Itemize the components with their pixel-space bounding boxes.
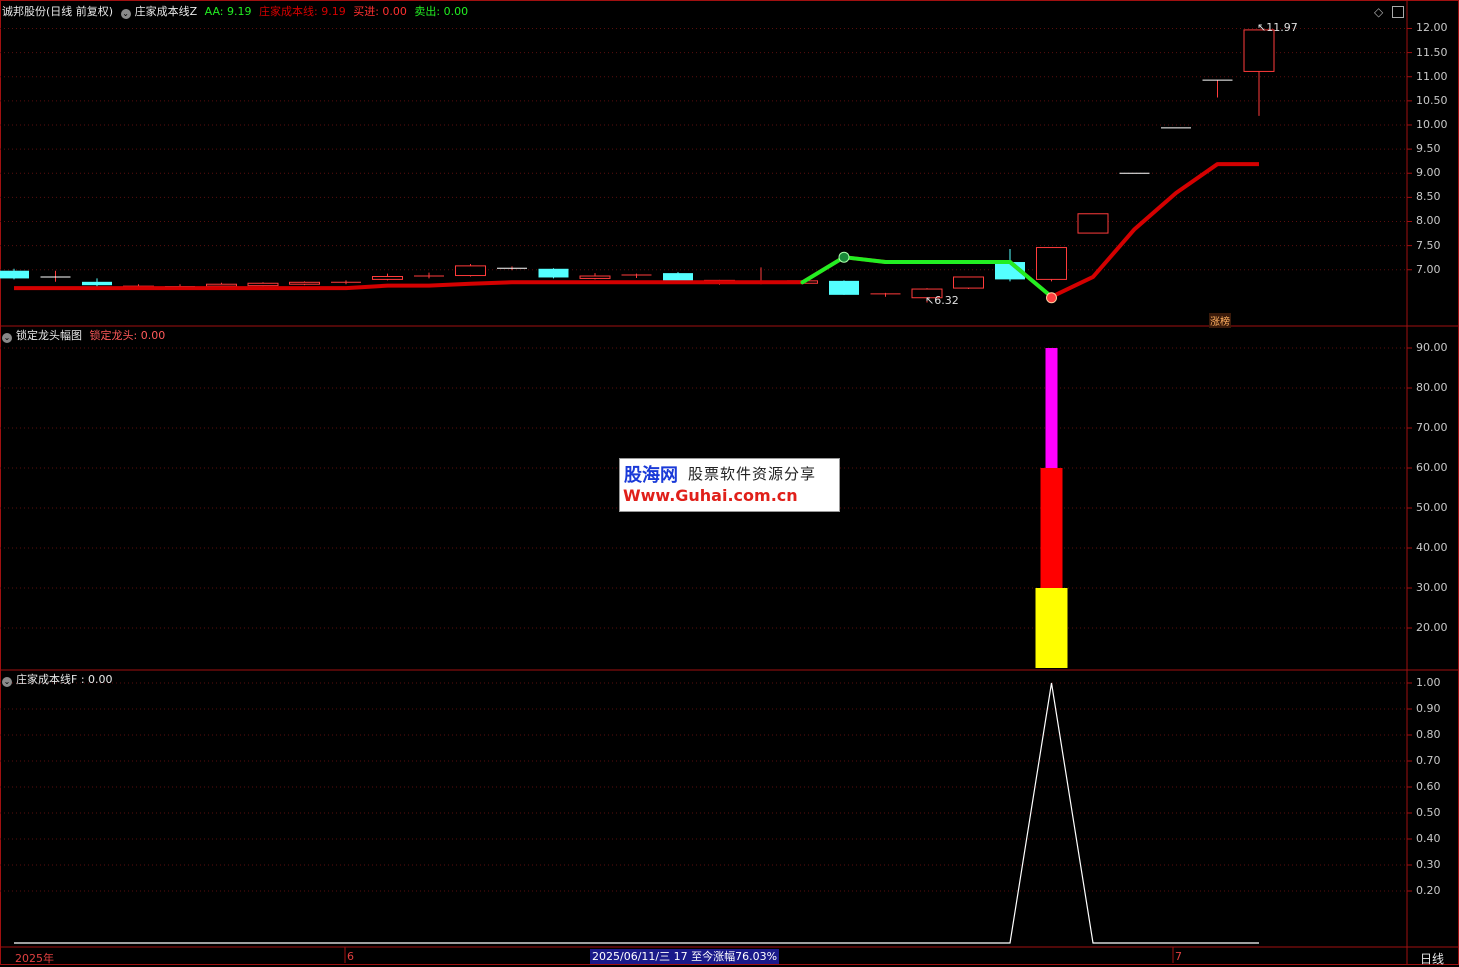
sell-value: 卖出: 0.00 xyxy=(414,5,469,18)
watermark-url: Www.Guhai.com.cn xyxy=(623,486,798,505)
low-annotation: ↖6.32 xyxy=(925,294,959,307)
price-panel-header: 诚邦股份(日线 前复权) ⌄ 庄家成本线Z AA: 9.19 庄家成本线: 9.1… xyxy=(2,5,472,19)
price-tick-label: 9.00 xyxy=(1416,166,1441,180)
price-tick-label: 8.00 xyxy=(1416,214,1441,228)
high-annotation: ↖11.97 xyxy=(1257,21,1298,34)
price-tick-label: 7.50 xyxy=(1416,238,1441,252)
price-tick-label: 9.50 xyxy=(1416,142,1441,156)
panel2-tick-label: 30.00 xyxy=(1416,581,1448,594)
panel2-tick-label: 40.00 xyxy=(1416,541,1448,554)
candle-body xyxy=(1077,213,1109,234)
lock-leader-bar-magenta xyxy=(1045,348,1058,468)
panel2-name[interactable]: 锁定龙头幅图 xyxy=(16,329,82,342)
candle-body xyxy=(953,276,984,289)
lock-leader-bar-red xyxy=(1040,468,1063,588)
panel3-tick-label: 0.60 xyxy=(1416,780,1441,793)
panel2-tick-label: 90.00 xyxy=(1416,341,1448,354)
indicator-name[interactable]: 庄家成本线Z xyxy=(135,5,198,18)
price-tick-label: 10.50 xyxy=(1416,93,1448,107)
lock-leader-bar-yellow xyxy=(1035,588,1068,668)
panel2-tick-label: 70.00 xyxy=(1416,421,1448,434)
panel2-tick-label: 50.00 xyxy=(1416,501,1448,514)
dropdown-icon[interactable]: ⌄ xyxy=(2,677,12,687)
panel3-tick-label: 1.00 xyxy=(1416,676,1441,689)
aa-value: AA: 9.19 xyxy=(204,5,252,18)
panel-toggle-icon[interactable] xyxy=(1392,6,1404,18)
period-selector[interactable]: 日线 xyxy=(1420,950,1444,967)
range-status[interactable]: 2025/06/11/三 17 至今涨幅76.03% xyxy=(590,949,780,964)
panel2-tick-label: 20.00 xyxy=(1416,621,1448,634)
watermark-logo: 股海网 股票软件资源分享 Www.Guhai.com.cn xyxy=(619,458,840,512)
panel3-tick-label: 0.90 xyxy=(1416,702,1441,715)
buy-marker-icon xyxy=(1046,292,1057,304)
panel3-header: ⌄ 庄家成本线F : 0.00 xyxy=(2,673,117,687)
month-6-label: 6 xyxy=(347,950,354,963)
panel3-tick-label: 0.50 xyxy=(1416,806,1441,819)
candle-body xyxy=(247,282,279,287)
panel2-value: 锁定龙头: 0.00 xyxy=(89,329,166,342)
candle-body xyxy=(82,281,112,286)
panel3-tick-label: 0.80 xyxy=(1416,728,1441,741)
dropdown-icon[interactable]: ⌄ xyxy=(120,9,131,19)
panel3-tick-label: 0.40 xyxy=(1416,832,1441,845)
candle-body xyxy=(455,265,486,277)
month-7-label: 7 xyxy=(1175,950,1182,963)
price-tick-label: 12.00 xyxy=(1416,21,1448,35)
price-tick-label: 11.50 xyxy=(1416,45,1448,59)
price-tick-label: 7.00 xyxy=(1416,262,1441,276)
candle-body xyxy=(538,268,569,278)
price-tick-label: 8.50 xyxy=(1416,190,1441,204)
year-label: 2025年 xyxy=(15,952,54,965)
panel2-tick-label: 60.00 xyxy=(1416,461,1448,474)
sell-marker-icon xyxy=(838,251,850,263)
panel3-tick-label: 0.20 xyxy=(1416,884,1441,897)
candle-body xyxy=(579,275,611,279)
price-tick-label: 11.00 xyxy=(1416,69,1448,83)
buy-value: 买进: 0.00 xyxy=(353,5,407,18)
watermark-brand: 股海网 xyxy=(624,465,678,486)
candle-body xyxy=(206,283,237,287)
dropdown-icon[interactable]: ⌄ xyxy=(2,333,12,343)
diamond-icon[interactable]: ◇ xyxy=(1374,5,1383,19)
cost-line-value: 庄家成本线: 9.19 xyxy=(259,5,346,18)
stock-title[interactable]: 诚邦股份(日线 前复权) xyxy=(2,5,113,18)
panel2-header: ⌄ 锁定龙头幅图 锁定龙头: 0.00 xyxy=(2,329,169,343)
candle-body xyxy=(829,280,859,295)
cost-line-green-segment xyxy=(842,255,888,265)
panel3-name[interactable]: 庄家成本线F : 0.00 xyxy=(16,673,113,686)
candle-body xyxy=(289,281,320,285)
price-tick-label: 10.00 xyxy=(1416,117,1448,131)
panel2-tick-label: 80.00 xyxy=(1416,381,1448,394)
panel3-tick-label: 0.30 xyxy=(1416,858,1441,871)
candle-body xyxy=(663,273,693,282)
candle-body xyxy=(1036,247,1067,280)
panel3-tick-label: 0.70 xyxy=(1416,754,1441,767)
candle-body xyxy=(1243,29,1275,72)
candle-body xyxy=(372,276,403,280)
candle-body xyxy=(0,270,29,279)
watermark-slogan: 股票软件资源分享 xyxy=(688,465,817,483)
limit-up-badge: 涨榜 xyxy=(1209,313,1231,328)
